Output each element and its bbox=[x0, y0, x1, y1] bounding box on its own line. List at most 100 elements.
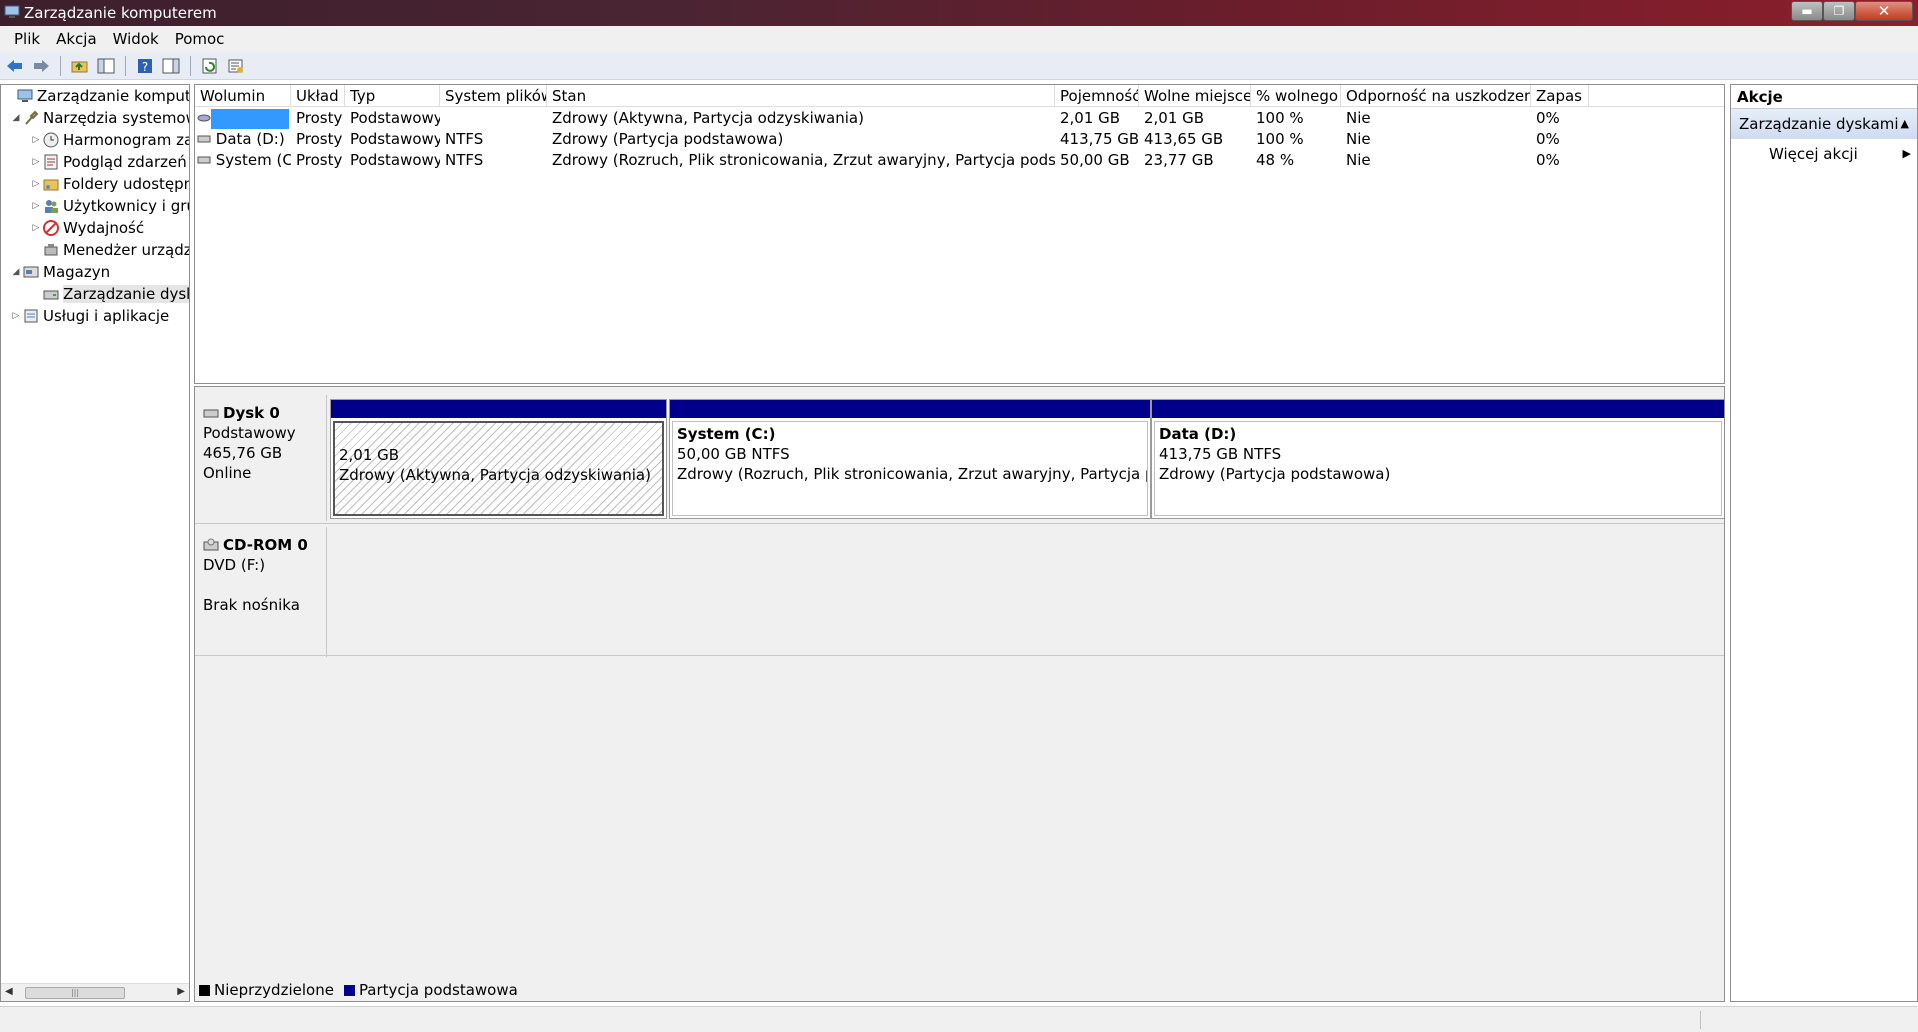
disk-0-name: Dysk 0 bbox=[223, 404, 280, 422]
column-header-free-space[interactable]: Wolne miejsce bbox=[1139, 85, 1251, 107]
help-button[interactable]: ? bbox=[134, 55, 156, 77]
event-viewer-icon bbox=[44, 154, 58, 170]
show-action-pane-button[interactable] bbox=[160, 55, 182, 77]
back-button[interactable] bbox=[4, 55, 26, 77]
show-hide-tree-button[interactable] bbox=[95, 55, 117, 77]
column-header-filesystem[interactable]: System plików bbox=[440, 85, 547, 107]
tree-item-event-viewer[interactable]: ▷ Podgląd zdarzeń bbox=[31, 151, 187, 173]
menu-widok[interactable]: Widok bbox=[105, 30, 167, 48]
partition-data-d[interactable]: Data (D:) 413,75 GB NTFS Zdrowy (Partycj… bbox=[1151, 399, 1724, 519]
toolbar-separator bbox=[60, 55, 61, 76]
hard-disk-icon bbox=[203, 409, 219, 418]
toolbar-separator bbox=[190, 55, 191, 76]
tree-item-device-manager[interactable]: Menedżer urządzer bbox=[31, 239, 190, 261]
tree-item-label: Zarządzanie dyska bbox=[63, 285, 189, 303]
cell-filesystem: NTFS bbox=[445, 130, 484, 148]
actions-section-label: Zarządzanie dyskami bbox=[1739, 115, 1899, 133]
volume-icon bbox=[197, 156, 211, 164]
submenu-arrow-icon: ▶ bbox=[1902, 147, 1911, 160]
menu-plik[interactable]: Plik bbox=[6, 30, 48, 48]
cell-percent-free: 100 % bbox=[1256, 130, 1304, 148]
partition-system-c[interactable]: System (C:) 50,00 GB NTFS Zdrowy (Rozruc… bbox=[669, 399, 1151, 519]
collapsed-arrow-icon[interactable]: ▷ bbox=[31, 157, 41, 167]
cell-capacity: 2,01 GB bbox=[1060, 109, 1121, 127]
collapsed-arrow-icon[interactable]: ▷ bbox=[31, 179, 41, 189]
tree-item-system-tools[interactable]: ◢ Narzędzia systemowe bbox=[11, 107, 189, 129]
cell-free-space: 413,65 GB bbox=[1144, 130, 1224, 148]
collapsed-arrow-icon[interactable]: ▷ bbox=[11, 311, 21, 321]
properties-button[interactable] bbox=[225, 55, 247, 77]
tree-item-label: Narzędzia systemowe bbox=[43, 109, 189, 127]
menu-pomoc[interactable]: Pomoc bbox=[167, 30, 233, 48]
tree-item-services-apps[interactable]: ▷ Usługi i aplikacje bbox=[11, 305, 170, 327]
folder-up-icon bbox=[71, 61, 88, 72]
partition-bar bbox=[670, 400, 1150, 418]
maximize-button[interactable]: ❐ bbox=[1823, 1, 1855, 21]
tree-item-computer-management[interactable]: Zarządzanie komputerem bbox=[5, 85, 189, 107]
column-header-percent-free[interactable]: % wolnego bbox=[1251, 85, 1341, 107]
partition-bar bbox=[1152, 400, 1724, 418]
disk-separator bbox=[195, 655, 1724, 656]
table-row[interactable]: Data (D:) Prosty Podstawowy NTFS Zdrowy … bbox=[195, 129, 1724, 150]
table-row[interactable]: Prosty Podstawowy Zdrowy (Aktywna, Party… bbox=[195, 108, 1724, 129]
collapse-up-icon[interactable]: ▲ bbox=[1901, 109, 1909, 139]
tree-item-label: Menedżer urządzer bbox=[63, 241, 190, 259]
volume-list: Wolumin Układ Typ System plików Stan Poj… bbox=[194, 84, 1725, 384]
menu-akcja[interactable]: Akcja bbox=[48, 30, 105, 48]
storage-icon bbox=[23, 266, 39, 278]
column-header-capacity[interactable]: Pojemność bbox=[1055, 85, 1139, 107]
scroll-right-icon[interactable]: ▶ bbox=[177, 986, 185, 997]
column-header-volume[interactable]: Wolumin bbox=[195, 85, 291, 107]
arrow-right-icon bbox=[34, 59, 49, 72]
partition-size: 413,75 GB NTFS bbox=[1159, 445, 1282, 463]
tree-item-storage[interactable]: ◢ Magazyn bbox=[11, 261, 111, 283]
expanded-arrow-icon[interactable]: ◢ bbox=[11, 267, 21, 277]
partition-recovery[interactable]: 2,01 GB Zdrowy (Aktywna, Partycja odzysk… bbox=[330, 399, 667, 519]
column-header-fault-tolerance[interactable]: Odporność na uszkodzenia bbox=[1341, 85, 1531, 107]
minimize-button[interactable]: ▬ bbox=[1791, 1, 1823, 21]
column-header-type[interactable]: Typ bbox=[345, 85, 440, 107]
column-header-layout[interactable]: Układ bbox=[291, 85, 345, 107]
forward-button[interactable] bbox=[30, 55, 52, 77]
tree-item-shared-folders[interactable]: ▷ Foldery udostępnic bbox=[31, 173, 189, 195]
more-actions-item[interactable]: Więcej akcji ▶ bbox=[1731, 139, 1917, 169]
legend-label-primary: Partycja podstawowa bbox=[358, 981, 518, 999]
menu-bar: Plik Akcja Widok Pomoc bbox=[0, 26, 1918, 52]
refresh-button[interactable] bbox=[199, 55, 221, 77]
disk-0-info[interactable]: Dysk 0 Podstawowy 465,76 GB Online bbox=[195, 395, 327, 521]
collapsed-arrow-icon[interactable]: ▷ bbox=[31, 201, 41, 211]
actions-section-disk-management[interactable]: Zarządzanie dyskami ▲ bbox=[1731, 109, 1917, 139]
partition-name: Data (D:) bbox=[1159, 425, 1237, 443]
cell-fault-tolerance: Nie bbox=[1346, 151, 1371, 169]
expanded-arrow-icon[interactable]: ◢ bbox=[11, 113, 21, 123]
cell-layout: Prosty bbox=[296, 151, 343, 169]
scrollbar-thumb[interactable]: ||| bbox=[25, 987, 125, 999]
tree-item-label: Foldery udostępnic bbox=[63, 175, 189, 193]
partition-status: Zdrowy (Partycja podstawowa) bbox=[1159, 465, 1391, 483]
table-row[interactable]: System (C:) Prosty Podstawowy NTFS Zdrow… bbox=[195, 150, 1724, 171]
column-header-overhead[interactable]: Zapas bbox=[1531, 85, 1589, 107]
disk-0-status: Online bbox=[203, 464, 252, 482]
collapsed-arrow-icon[interactable]: ▷ bbox=[31, 135, 41, 145]
clock-icon bbox=[43, 132, 59, 148]
cell-status: Zdrowy (Rozruch, Plik stronicowania, Zrz… bbox=[552, 151, 1055, 169]
tree-item-task-scheduler[interactable]: ▷ Harmonogram zad bbox=[31, 129, 189, 151]
scroll-left-icon[interactable]: ◀ bbox=[5, 986, 13, 997]
cdrom-0-drive: DVD (F:) bbox=[203, 556, 266, 574]
tree-item-users-groups[interactable]: ▷ Użytkownicy i grup bbox=[31, 195, 189, 217]
close-button[interactable]: ✕ bbox=[1855, 1, 1913, 21]
partition-name: System (C:) bbox=[677, 425, 776, 443]
horizontal-scrollbar[interactable]: ◀ ||| ▶ bbox=[1, 983, 189, 1001]
partition-status: Zdrowy (Rozruch, Plik stronicowania, Zrz… bbox=[677, 465, 1147, 483]
help-icon: ? bbox=[138, 58, 152, 74]
up-folder-button[interactable] bbox=[69, 55, 91, 77]
tree-item-disk-management[interactable]: Zarządzanie dyska bbox=[31, 283, 189, 305]
cdrom-icon bbox=[203, 538, 219, 551]
actions-header: Akcje bbox=[1731, 85, 1917, 109]
tree-item-performance[interactable]: ▷ Wydajność bbox=[31, 217, 145, 239]
column-header-status[interactable]: Stan bbox=[547, 85, 1055, 107]
cell-percent-free: 100 % bbox=[1256, 109, 1304, 127]
cdrom-0-info[interactable]: CD-ROM 0 DVD (F:) Brak nośnika bbox=[195, 527, 327, 657]
collapsed-arrow-icon[interactable]: ▷ bbox=[31, 223, 41, 233]
tree-item-label: Magazyn bbox=[43, 263, 111, 281]
